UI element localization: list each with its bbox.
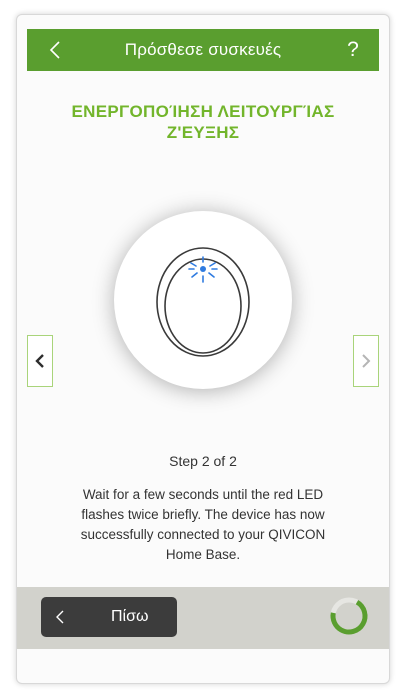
chevron-left-icon [56,610,64,624]
header-bar: Πρόσθεσε συσκευές ? [27,29,379,71]
help-button[interactable]: ? [341,29,365,71]
header-title: Πρόσθεσε συσκευές [124,40,282,59]
device-illustration [114,211,292,389]
app-window: Πρόσθεσε συσκευές ? ΕΝΕΡΓΟΠΟΊΗΣΗ ΛΕΙΤΟΥΡ… [16,14,390,684]
chevron-right-icon [362,354,371,368]
loading-spinner-icon [330,597,368,635]
next-step-button[interactable] [353,335,379,387]
device-ring-led-icon [156,247,250,357]
chevron-left-icon [49,41,60,59]
step-description: Wait for a few seconds until the red LED… [80,487,326,562]
header-back-button[interactable] [41,29,69,71]
step-label: Step 2 of 2 [169,453,237,469]
section-title: ΕΝΕΡΓΟΠΟΊΗΣΗ ΛΕΙΤΟΥΡΓΊΑΣ Ζ'ΕΥΞΗΣ [71,102,335,142]
chevron-left-icon [35,354,44,368]
back-button-label: Πίσω [111,608,149,625]
footer-bar: Πίσω [17,587,389,649]
previous-step-button[interactable] [27,335,53,387]
back-button[interactable]: Πίσω [41,597,177,637]
step-description-scroll[interactable]: Wait for a few seconds until the red LED… [71,485,335,589]
